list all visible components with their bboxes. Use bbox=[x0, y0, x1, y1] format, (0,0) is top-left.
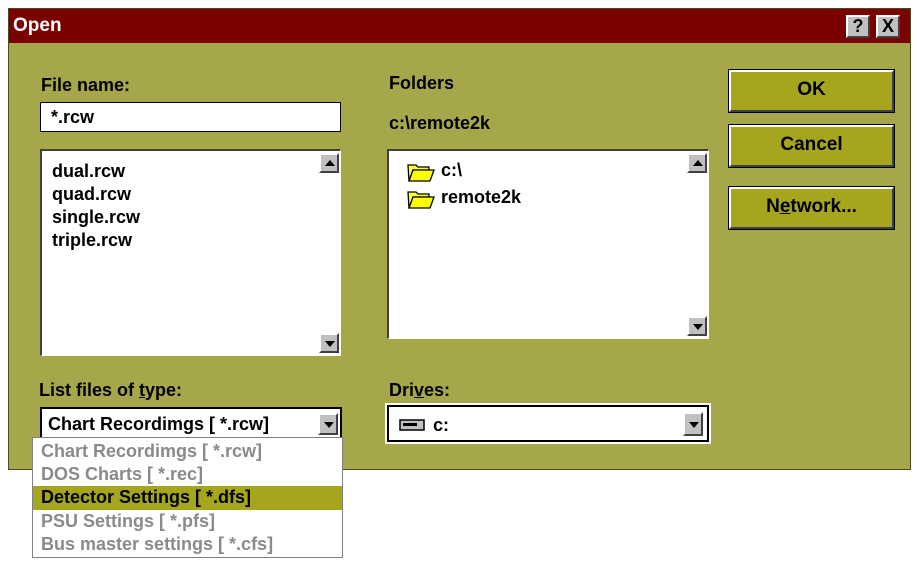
arrow-down-icon bbox=[693, 324, 703, 330]
file-type-option[interactable]: Chart Recordimgs [ *.rcw] bbox=[33, 440, 342, 464]
scroll-down-button[interactable] bbox=[319, 333, 339, 353]
chevron-down-icon bbox=[324, 422, 334, 428]
drives-label: Drives: bbox=[389, 380, 450, 401]
file-item-triple[interactable]: triple.rcw bbox=[52, 230, 132, 251]
network-label-pre: N bbox=[766, 196, 780, 217]
file-type-select[interactable]: Chart Recordimgs [ *.rcw] bbox=[40, 407, 342, 440]
open-dialog: Open ? X File name: *.rcw dual.rcw quad.… bbox=[8, 8, 911, 470]
file-type-label: List files of type: bbox=[39, 380, 182, 401]
folder-open-icon bbox=[407, 191, 435, 209]
scroll-down-button[interactable] bbox=[687, 316, 707, 336]
file-list[interactable]: dual.rcw quad.rcw single.rcw triple.rcw bbox=[40, 149, 341, 356]
chevron-down-icon bbox=[689, 422, 699, 428]
scroll-up-button[interactable] bbox=[687, 153, 707, 173]
file-name-input[interactable]: *.rcw bbox=[40, 102, 341, 132]
file-name-value: *.rcw bbox=[51, 107, 95, 127]
title-bar: Open ? X bbox=[9, 9, 910, 43]
file-type-dropdown-button[interactable] bbox=[318, 413, 338, 435]
file-item-quad[interactable]: quad.rcw bbox=[52, 184, 131, 205]
file-name-label: File name: bbox=[41, 75, 131, 95]
network-label-accel: e bbox=[779, 196, 791, 217]
file-list-scrollbar[interactable] bbox=[318, 151, 340, 355]
folders-label: Folders bbox=[389, 73, 455, 93]
folder-list-scrollbar[interactable] bbox=[686, 151, 708, 338]
window-title: Open bbox=[13, 15, 62, 36]
drives-label-accel: v bbox=[414, 380, 425, 400]
file-item-dual[interactable]: dual.rcw bbox=[52, 161, 125, 182]
file-type-label-post: ype: bbox=[145, 380, 183, 400]
hard-drive-icon bbox=[399, 419, 425, 431]
ok-button[interactable]: OK bbox=[728, 69, 895, 113]
drives-select[interactable]: c: bbox=[385, 403, 711, 444]
help-button[interactable]: ? bbox=[846, 15, 870, 38]
folder-open-icon bbox=[407, 164, 435, 182]
drives-dropdown-button[interactable] bbox=[683, 412, 703, 436]
network-label-post: twork... bbox=[790, 196, 857, 217]
drives-label-pre: Dri bbox=[389, 380, 415, 400]
cancel-button[interactable]: Cancel bbox=[728, 124, 895, 168]
file-type-option[interactable]: DOS Charts [ *.rec] bbox=[33, 463, 342, 487]
folder-list[interactable]: c:\ remote2k bbox=[387, 149, 709, 339]
arrow-up-icon bbox=[693, 160, 703, 166]
arrow-down-icon bbox=[325, 341, 335, 347]
folder-name: remote2k bbox=[441, 187, 522, 207]
network-button[interactable]: Network... bbox=[728, 186, 895, 230]
file-type-option[interactable]: PSU Settings [ *.pfs] bbox=[33, 510, 342, 534]
close-button[interactable]: X bbox=[876, 15, 900, 38]
drives-label-post: es: bbox=[424, 380, 451, 400]
file-type-selected: Chart Recordimgs [ *.rcw] bbox=[48, 414, 270, 434]
file-type-label-pre: List files of bbox=[39, 380, 140, 400]
file-type-dropdown-list[interactable]: Chart Recordimgs [ *.rcw] DOS Charts [ *… bbox=[32, 437, 343, 558]
folder-name: c:\ bbox=[441, 160, 463, 180]
file-type-option-highlighted[interactable]: Detector Settings [ *.dfs] bbox=[33, 486, 342, 510]
scroll-up-button[interactable] bbox=[319, 153, 339, 173]
file-item-single[interactable]: single.rcw bbox=[52, 207, 140, 228]
arrow-up-icon bbox=[325, 160, 335, 166]
current-path: c:\remote2k bbox=[389, 113, 491, 133]
file-type-option[interactable]: Bus master settings [ *.cfs] bbox=[33, 533, 342, 557]
drives-selected: c: bbox=[433, 415, 450, 435]
